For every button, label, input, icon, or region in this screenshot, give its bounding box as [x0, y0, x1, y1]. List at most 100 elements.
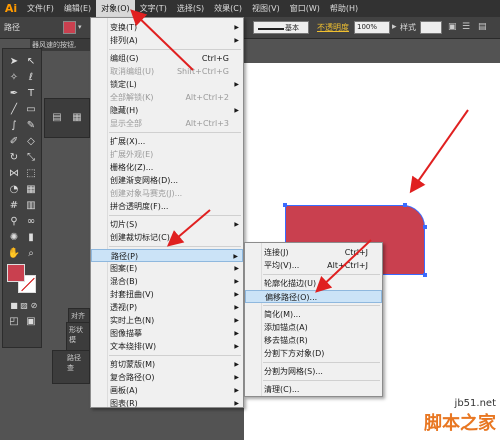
blend-tool-icon[interactable]: ∞ — [23, 215, 39, 229]
menu-item[interactable]: 混合(B) ▶ — [91, 275, 243, 288]
menu-item[interactable]: 移去锚点(R) — [245, 334, 382, 347]
anchor-point[interactable] — [403, 203, 407, 207]
menu-item[interactable]: 轮廓化描边(U) — [245, 277, 382, 290]
pathfinder-panel-tab[interactable]: 路径查 — [53, 351, 89, 375]
panel-swatches-icon[interactable]: ▤ — [49, 111, 65, 125]
menu-item[interactable]: 取消编组(U) Shift+Ctrl+G — [91, 65, 243, 78]
menu-item[interactable]: 隐藏(H) ▶ — [91, 104, 243, 117]
stroke-style-dropdown[interactable]: 基本 — [253, 21, 309, 34]
scale-tool-icon[interactable]: ⤡ — [23, 151, 39, 165]
anchor-point[interactable] — [423, 225, 427, 229]
menu-5[interactable]: 效果(C) — [209, 0, 247, 17]
menu-item[interactable]: 平均(V)... Alt+Ctrl+J — [245, 259, 382, 272]
menu-item[interactable]: 路径(P) ▶ — [91, 249, 243, 262]
menu-item[interactable]: 拼合透明度(F)... — [91, 200, 243, 213]
blob-brush-tool-icon[interactable]: ✐ — [6, 135, 22, 149]
screen-mode-icon[interactable]: ▣ — [23, 315, 39, 329]
menu-item[interactable]: 编组(G) Ctrl+G — [91, 52, 243, 65]
menu-item[interactable]: 图案(E) ▶ — [91, 262, 243, 275]
menu-item[interactable]: 锁定(L) ▶ — [91, 78, 243, 91]
menu-item[interactable]: 图像描摹 ▶ — [91, 327, 243, 340]
zoom-tool-icon[interactable]: ⌕ — [23, 247, 39, 261]
menu-item[interactable]: 图表(R) ▶ — [91, 397, 243, 410]
selection-type-label: 路径 — [4, 23, 20, 32]
shape-builder-tool-icon[interactable]: ◔ — [6, 183, 22, 197]
menu-item[interactable]: 栅格化(Z)... — [91, 161, 243, 174]
menu-item[interactable]: 变换(T) ▶ — [91, 21, 243, 34]
opacity-link[interactable]: 不透明度 — [317, 22, 349, 33]
menu-0[interactable]: 文件(F) — [22, 0, 59, 17]
menu-item[interactable]: 文本绕排(W) ▶ — [91, 340, 243, 353]
menu-item[interactable]: 画板(A) ▶ — [91, 384, 243, 397]
menu-4[interactable]: 选择(S) — [172, 0, 209, 17]
align-panel-tab[interactable]: 对齐 — [69, 309, 89, 323]
menu-item[interactable]: 封套扭曲(V) ▶ — [91, 288, 243, 301]
line-tool-icon[interactable]: ╱ — [6, 103, 22, 117]
pen-tool-icon[interactable]: ✒ — [6, 87, 22, 101]
anchor-point[interactable] — [283, 203, 287, 207]
menu-1[interactable]: 编辑(E) — [59, 0, 96, 17]
menu-item[interactable]: 透视(P) ▶ — [91, 301, 243, 314]
menu-item[interactable]: 创建对象马赛克(J)... — [91, 187, 243, 200]
menu-item[interactable]: 添加锚点(A) — [245, 321, 382, 334]
menu-item[interactable]: 排列(A) ▶ — [91, 34, 243, 47]
menu-separator — [109, 215, 241, 216]
menu-item[interactable]: 复合路径(O) ▶ — [91, 371, 243, 384]
stroke-line-icon — [258, 28, 284, 30]
shape-panel-tab[interactable]: 形状模 — [67, 323, 89, 347]
menu-item[interactable]: 创建渐变网格(D)... — [91, 174, 243, 187]
lasso-tool-icon[interactable]: ℓ — [23, 71, 39, 85]
rotate-tool-icon[interactable]: ↻ — [6, 151, 22, 165]
menu-3[interactable]: 文字(T) — [135, 0, 172, 17]
none-mode-icon[interactable]: ⊘ — [26, 299, 42, 313]
fill-dropdown-icon[interactable]: ▾ — [78, 23, 82, 31]
panel-brushes-icon[interactable]: ▦ — [69, 111, 85, 125]
menu-item[interactable]: 实时上色(N) ▶ — [91, 314, 243, 327]
fill-color-swatch[interactable] — [63, 21, 76, 34]
menu-item[interactable]: 清理(C)... — [245, 383, 382, 396]
paintbrush-tool-icon[interactable]: ∫ — [6, 119, 22, 133]
symbol-sprayer-tool-icon[interactable]: ✺ — [6, 231, 22, 245]
direct-selection-tool-icon[interactable]: ↖ — [23, 55, 39, 69]
menu-item[interactable]: 分割下方对象(D) — [245, 347, 382, 360]
hand-tool-icon[interactable]: ✋ — [6, 247, 22, 261]
pencil-tool-icon[interactable]: ✎ — [23, 119, 39, 133]
opacity-input[interactable]: 100% — [354, 21, 390, 34]
gradient-tool-icon[interactable]: ▥ — [23, 199, 39, 213]
graph-tool-icon[interactable]: ▮ — [23, 231, 39, 245]
free-transform-tool-icon[interactable]: ⬚ — [23, 167, 39, 181]
menu-item[interactable]: 剪切蒙版(M) ▶ — [91, 358, 243, 371]
fill-color-box[interactable] — [7, 264, 25, 282]
magic-wand-tool-icon[interactable]: ✧ — [6, 71, 22, 85]
selection-tool-icon[interactable]: ➤ — [6, 55, 22, 69]
mesh-tool-icon[interactable]: # — [6, 199, 22, 213]
menu-item[interactable]: 显示全部 Alt+Ctrl+3 — [91, 117, 243, 130]
eraser-tool-icon[interactable]: ◇ — [23, 135, 39, 149]
menu-item[interactable]: 偏移路径(O)... — [245, 290, 382, 303]
transform-icon[interactable]: ▤ — [478, 22, 487, 32]
rectangle-tool-icon[interactable]: ▭ — [23, 103, 39, 117]
style-dropdown[interactable] — [420, 21, 442, 34]
opacity-dropdown-icon[interactable]: ▸ — [392, 22, 397, 32]
width-tool-icon[interactable]: ⋈ — [6, 167, 22, 181]
anchor-point[interactable] — [423, 273, 427, 277]
type-tool-icon[interactable]: T — [23, 87, 39, 101]
perspective-grid-tool-icon[interactable]: ▦ — [23, 183, 39, 197]
document-setup-icon[interactable]: ▣ — [448, 22, 457, 32]
menu-item[interactable]: 创建裁切标记(C) — [91, 231, 243, 244]
menu-item[interactable]: 分割为网格(S)... — [245, 365, 382, 378]
menu-item[interactable]: 全部解锁(K) Alt+Ctrl+2 — [91, 91, 243, 104]
menu-item[interactable]: 简化(M)... — [245, 308, 382, 321]
menu-8[interactable]: 帮助(H) — [325, 0, 363, 17]
eyedropper-tool-icon[interactable]: ⚲ — [6, 215, 22, 229]
menu-item[interactable]: 扩展外观(E) — [91, 148, 243, 161]
menu-2[interactable]: 对象(O) — [96, 0, 135, 17]
menu-item[interactable]: 连接(J) Ctrl+J — [245, 246, 382, 259]
menu-6[interactable]: 视图(V) — [247, 0, 285, 17]
align-icon[interactable]: ☰ — [462, 22, 470, 32]
draw-mode-icon[interactable]: ◰ — [6, 315, 22, 329]
menu-item[interactable]: 切片(S) ▶ — [91, 218, 243, 231]
menu-7[interactable]: 窗口(W) — [285, 0, 325, 17]
menu-item[interactable]: 扩展(X)... — [91, 135, 243, 148]
menu-bar: Ai 文件(F) 编辑(E) 对象(O) 文字(T) 选择(S) 效果(C) 视图(V) 窗口… — [0, 0, 500, 17]
